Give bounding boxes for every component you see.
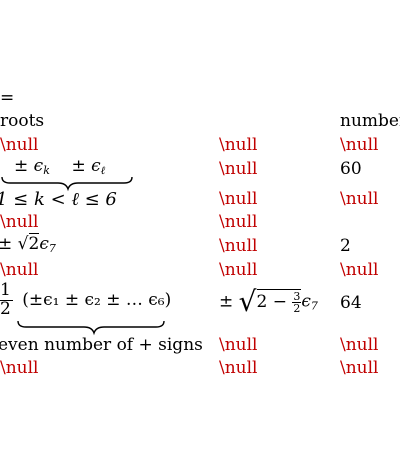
- index-condition: 1 ≤ k < ℓ ≤ 6: [0, 189, 117, 210]
- fraction-denominator: 2: [0, 298, 11, 319]
- column-header-number: number: [340, 111, 400, 131]
- null-cell: \null: [219, 236, 258, 256]
- subscript-7: 7: [310, 299, 318, 313]
- null-cell: \null: [0, 135, 39, 155]
- plus-minus: ±: [14, 156, 29, 176]
- count-cell: 2: [340, 236, 351, 256]
- null-cell: \null: [219, 358, 258, 378]
- null-cell: \null: [219, 335, 258, 355]
- sign-condition: even number of + signs: [0, 335, 203, 355]
- null-cell: \null: [0, 358, 39, 378]
- null-cell: \null: [0, 260, 39, 280]
- sqrt-radicand: 2 − 3 2: [256, 288, 302, 315]
- sqrt-expression-cell: ± √2 − 3 2 ϵ7: [219, 288, 318, 316]
- null-cell: \null: [340, 358, 379, 378]
- signed-sum: (±ϵ₁ ± ϵ₂ ± … ϵ₆): [22, 289, 172, 310]
- big-sqrt-icon: √: [238, 285, 257, 318]
- null-cell: \null: [219, 135, 258, 155]
- sqrt-icon: √: [17, 234, 29, 254]
- epsilon-7: ϵ: [39, 234, 49, 254]
- pairwise-root-expression: ± ϵk ± ϵℓ: [14, 156, 105, 177]
- count-cell: 60: [340, 159, 362, 179]
- null-cell: \null: [219, 189, 258, 209]
- plus-minus: ±: [71, 156, 86, 176]
- sqrt-radicand: 2: [28, 233, 40, 254]
- underbrace-pair: [1, 176, 133, 192]
- null-cell: \null: [340, 189, 379, 209]
- epsilon-k: ϵ: [33, 156, 44, 176]
- plus-minus: ±: [219, 291, 234, 312]
- half-sum-expression: 1 2 (±ϵ₁ ± ϵ₂ ± … ϵ₆): [0, 281, 172, 319]
- equals-sign: =: [0, 88, 15, 108]
- count-cell: 64: [340, 293, 362, 313]
- null-cell: \null: [340, 335, 379, 355]
- sqrt2-root-expression: ± √2ϵ7: [0, 233, 56, 255]
- null-cell: \null: [219, 159, 258, 179]
- epsilon-l: ϵ: [91, 156, 101, 176]
- null-cell: \null: [219, 260, 258, 280]
- column-header-roots: roots: [0, 111, 45, 131]
- subscript-7: 7: [48, 242, 56, 255]
- null-cell: \null: [219, 212, 258, 232]
- null-cell: \null: [340, 135, 379, 155]
- null-cell: \null: [340, 260, 379, 280]
- fraction-half: 1 2: [0, 281, 13, 319]
- epsilon-7: ϵ: [301, 291, 311, 312]
- plus-minus: ±: [0, 234, 13, 254]
- underbrace-sum: [17, 320, 165, 336]
- null-cell: \null: [0, 212, 39, 232]
